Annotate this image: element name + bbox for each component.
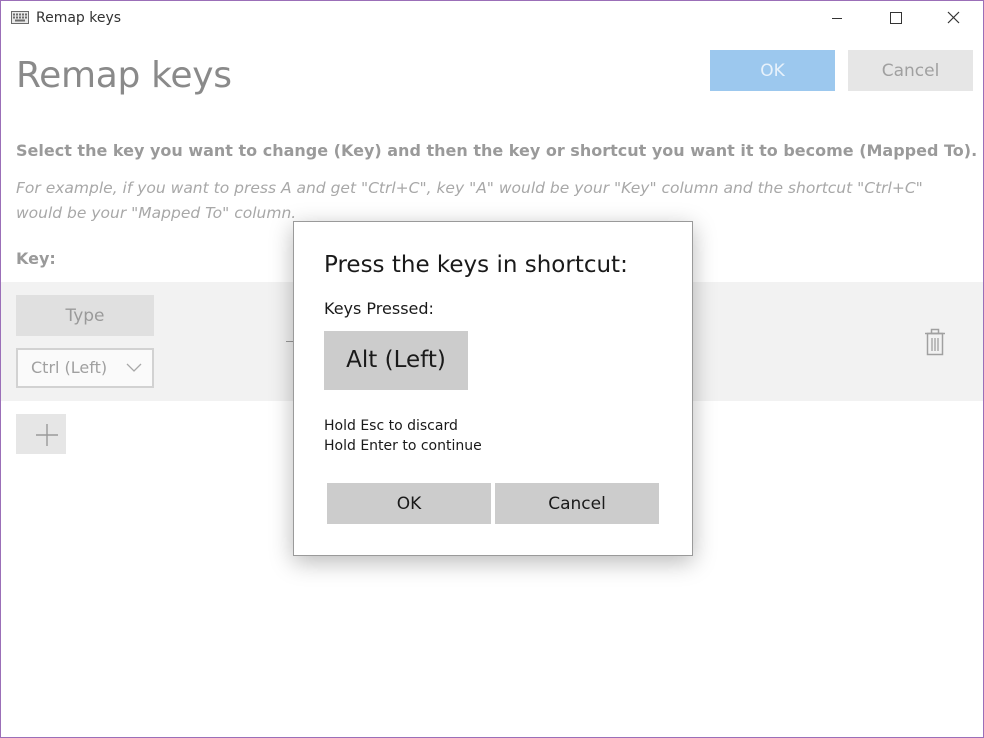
trash-icon[interactable] — [923, 328, 947, 356]
pressed-key-label: Alt (Left) — [346, 347, 446, 373]
minimize-button[interactable] — [814, 1, 860, 37]
key-column-label: Key: — [16, 249, 56, 268]
title-bar: Remap keys — [1, 1, 983, 37]
keys-pressed-label: Keys Pressed: — [324, 299, 434, 318]
key-dropdown-value: Ctrl (Left) — [31, 358, 108, 377]
ok-button[interactable]: OK — [710, 50, 835, 91]
plus-icon — [36, 424, 58, 446]
chevron-down-icon — [126, 363, 142, 372]
type-key-button[interactable]: Type — [16, 295, 154, 336]
close-button[interactable] — [930, 1, 976, 37]
example-text: For example, if you want to press A and … — [16, 179, 923, 222]
dialog-cancel-button[interactable]: Cancel — [495, 483, 659, 524]
instruction-text: Select the key you want to change (Key) … — [16, 141, 978, 160]
hint-discard: Hold Esc to discard — [324, 418, 458, 434]
add-mapping-button[interactable] — [16, 414, 66, 454]
keyboard-icon — [11, 11, 29, 24]
key-dropdown[interactable]: Ctrl (Left) — [16, 348, 154, 388]
maximize-icon — [890, 12, 902, 24]
page-title: Remap keys — [16, 55, 232, 96]
dialog-title: Press the keys in shortcut: — [324, 252, 628, 278]
window-title: Remap keys — [36, 10, 122, 26]
cancel-button[interactable]: Cancel — [848, 50, 973, 91]
pressed-key-chip: Alt (Left) — [324, 331, 468, 390]
shortcut-dialog: Press the keys in shortcut: Keys Pressed… — [293, 221, 693, 556]
hint-continue: Hold Enter to continue — [324, 438, 482, 454]
remap-keys-window: Remap keys Remap keys OK Cancel Select t… — [0, 0, 984, 738]
dialog-ok-button[interactable]: OK — [327, 483, 491, 524]
maximize-button[interactable] — [872, 1, 918, 37]
close-icon — [947, 11, 960, 24]
minimize-icon — [832, 18, 842, 19]
